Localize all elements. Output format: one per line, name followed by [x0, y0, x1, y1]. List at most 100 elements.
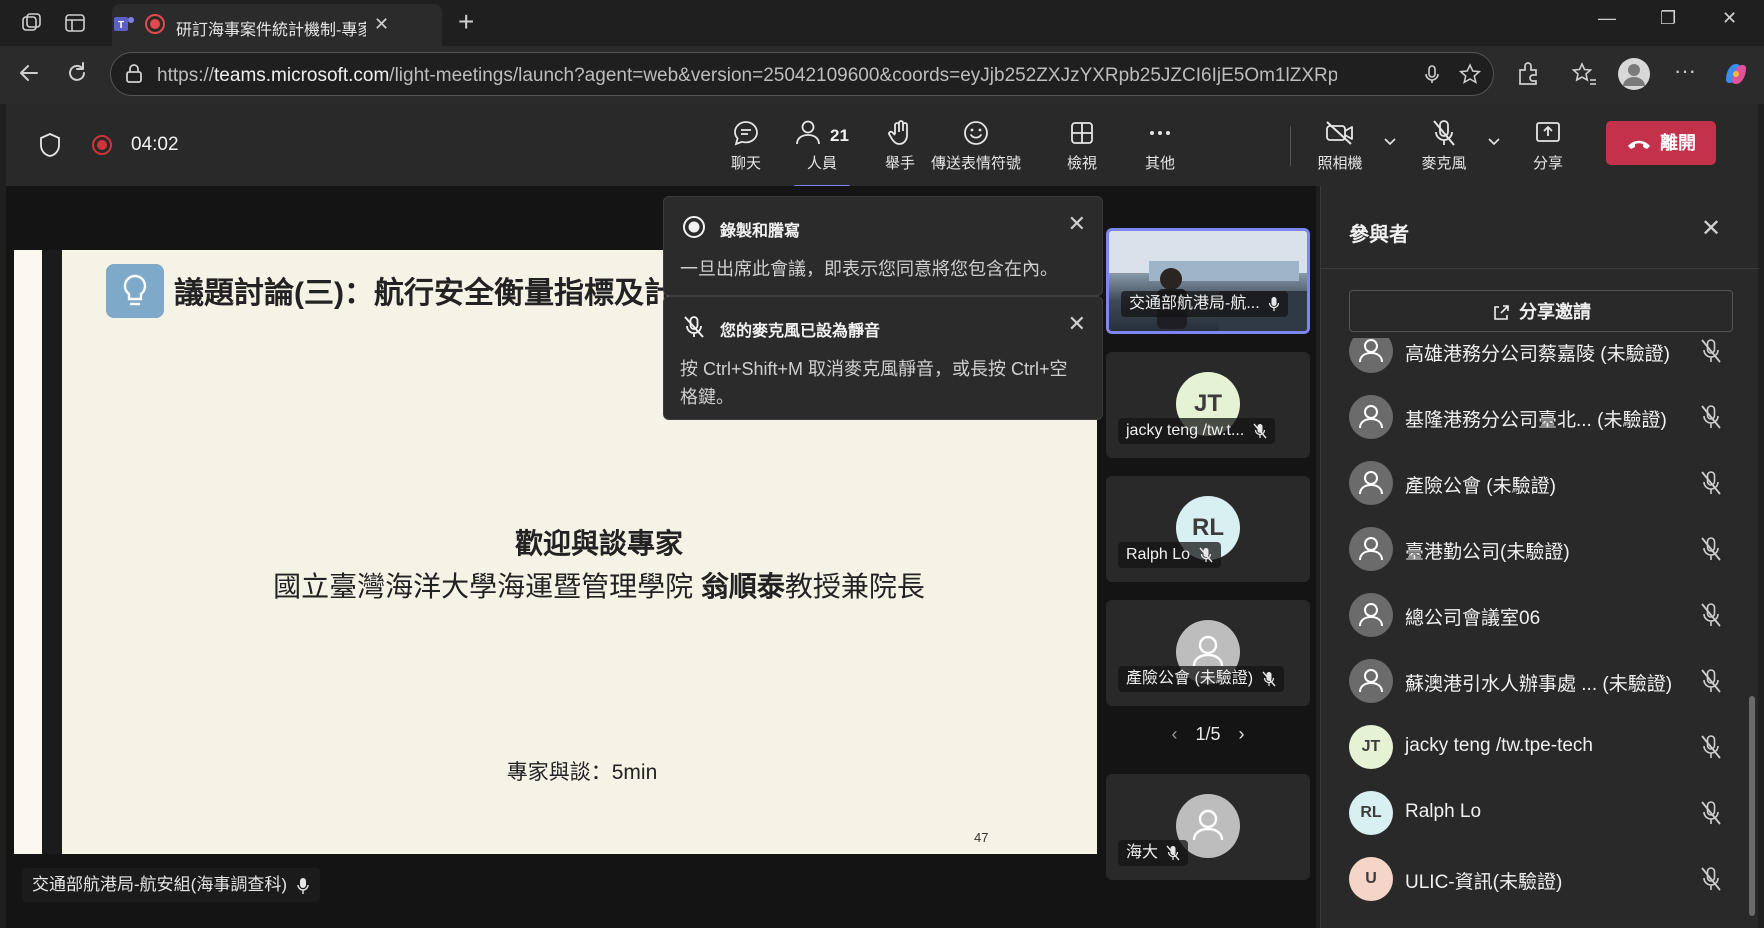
person-icon	[1359, 339, 1383, 363]
chat-label: 聊天	[730, 155, 761, 172]
recording-notice-toast: 錄製和謄寫 ✕ 一旦出席此會議，即表示您同意將您包含在內。	[663, 196, 1103, 296]
tab-actions-icon[interactable]	[62, 10, 88, 36]
copilot-icon[interactable]	[1720, 58, 1752, 90]
mic-label: 麥克風	[1421, 155, 1467, 172]
hang-up-icon	[1628, 141, 1650, 150]
minimize-icon[interactable]: —	[1598, 8, 1616, 29]
mic-icon	[297, 877, 309, 894]
tab-close-icon[interactable]: ✕	[374, 14, 389, 35]
mic-off-icon	[1701, 603, 1721, 627]
participant-name: 總公司會議室06	[1405, 608, 1541, 629]
slide-heading: 歡迎與談專家	[514, 528, 683, 559]
mic-icon	[1268, 296, 1280, 311]
participant-name: jacky teng /tw.tpe-tech	[1405, 735, 1593, 756]
participant-item[interactable]: 總公司會議室06	[1349, 590, 1729, 640]
participant-list-scrollbar[interactable]	[1749, 696, 1755, 916]
chat-icon	[734, 121, 758, 146]
participant-item[interactable]: U ULIC-資訊(未驗證)	[1349, 854, 1729, 904]
meeting-timer: 04:02	[131, 134, 179, 155]
avatar	[1349, 527, 1393, 571]
mic-off-icon	[684, 316, 704, 338]
refresh-icon[interactable]	[64, 60, 90, 86]
lock-icon[interactable]	[123, 63, 145, 85]
url-text: https://teams.microsoft.com/light-meetin…	[157, 65, 1337, 86]
react-button[interactable]: 傳送表情符號	[916, 112, 1036, 180]
video-tile[interactable]: JT jacky teng /tw.t...	[1106, 352, 1310, 458]
mic-off-icon	[1701, 339, 1721, 363]
pager-prev-icon[interactable]: ‹	[1171, 724, 1177, 744]
slide-subtitle: 國立臺灣海洋大學海運暨管理學院 翁順泰教授兼院長	[273, 571, 925, 602]
video-tile[interactable]: 產險公會 (未驗證)	[1106, 600, 1310, 706]
people-label: 人員	[806, 155, 837, 172]
more-button[interactable]: 其他	[1120, 112, 1200, 180]
camera-button[interactable]: 照相機	[1300, 112, 1380, 180]
avatar: U	[1349, 857, 1393, 901]
leave-button[interactable]: 離開	[1606, 121, 1716, 165]
participant-item[interactable]: 基隆港務分公司臺北... (未驗證)	[1349, 392, 1729, 442]
favorites-icon[interactable]	[1570, 60, 1598, 88]
teams-logo-icon: T	[114, 17, 134, 31]
recording-indicator-icon	[145, 14, 165, 34]
participant-item[interactable]: 臺港勤公司(未驗證)	[1349, 524, 1729, 574]
more-icon	[1150, 131, 1170, 135]
person-icon	[1359, 405, 1383, 429]
person-icon	[1359, 537, 1383, 561]
profile-avatar[interactable]	[1618, 58, 1650, 90]
participant-item[interactable]: 高雄港務分公司蔡嘉陵 (未驗證)	[1349, 338, 1729, 376]
recording-indicator	[92, 135, 112, 155]
pager-text: 1/5	[1195, 724, 1221, 744]
participant-name: 蘇澳港引水人辦事處 ... (未驗證)	[1405, 674, 1673, 695]
extensions-icon[interactable]	[1514, 60, 1542, 88]
participants-panel: 參與者 ✕ 分享邀請 高雄港務分公司蔡嘉陵 (未驗證) 基隆港務分公司臺北... …	[1320, 186, 1759, 928]
favorite-star-icon[interactable]	[1459, 63, 1481, 85]
muted-toast-close-icon[interactable]: ✕	[1068, 311, 1086, 337]
mic-options-chevron-icon[interactable]	[1486, 134, 1502, 150]
voice-search-icon[interactable]	[1421, 63, 1443, 85]
share-button[interactable]: 分享	[1508, 112, 1588, 180]
participant-item[interactable]: JT jacky teng /tw.tpe-tech	[1349, 722, 1729, 772]
slide-page-number: 47	[974, 830, 989, 845]
share-invite-button[interactable]: 分享邀請	[1349, 290, 1733, 332]
person-icon	[1359, 471, 1383, 495]
presenter-name-tag: 交通部航港局-航安組(海事調查科)	[22, 868, 320, 902]
workspaces-icon[interactable]	[18, 10, 44, 36]
camera-options-chevron-icon[interactable]	[1382, 134, 1398, 150]
browser-tab-teams[interactable]: T 研訂海事案件統計機制-專家 ✕	[112, 4, 442, 46]
tile-pager: ‹ 1/5 ›	[1106, 724, 1310, 754]
participant-item[interactable]: 產險公會 (未驗證)	[1349, 458, 1729, 508]
svg-text:T: T	[118, 20, 124, 31]
mic-off-icon	[1701, 471, 1721, 495]
back-icon[interactable]	[16, 60, 42, 86]
video-tile[interactable]: 交通部航港局-航...	[1106, 228, 1310, 334]
participant-item[interactable]: 蘇澳港引水人辦事處 ... (未驗證)	[1349, 656, 1729, 706]
camera-label: 照相機	[1317, 155, 1363, 172]
mic-off-icon	[1701, 801, 1721, 825]
shield-icon[interactable]	[38, 132, 62, 158]
restore-icon[interactable]: ❐	[1660, 8, 1676, 29]
share-icon	[1494, 305, 1509, 321]
new-tab-button[interactable]: +	[458, 6, 474, 38]
panel-close-icon[interactable]: ✕	[1701, 214, 1721, 243]
video-tile[interactable]: RL Ralph Lo	[1106, 476, 1310, 582]
slide-lightbulb-badge	[106, 264, 164, 318]
mic-off-icon	[1701, 867, 1721, 891]
avatar	[1349, 338, 1393, 373]
recording-toast-body: 一旦出席此會議，即表示您同意將您包含在內。	[680, 259, 1058, 279]
people-button[interactable]: 21 人員	[782, 112, 862, 188]
address-bar[interactable]: https://teams.microsoft.com/light-meetin…	[110, 52, 1494, 96]
browser-menu-icon[interactable]: ···	[1674, 58, 1696, 84]
video-tile[interactable]: 海大	[1106, 774, 1310, 880]
camera-off-icon	[1326, 121, 1353, 145]
person-icon	[1359, 603, 1383, 627]
close-window-icon[interactable]: ✕	[1722, 8, 1737, 29]
recording-toast-close-icon[interactable]: ✕	[1068, 211, 1086, 237]
raise-hand-icon	[888, 120, 908, 145]
participant-name: 產險公會 (未驗證)	[1405, 476, 1556, 497]
mic-off-icon	[1433, 120, 1455, 146]
mic-button[interactable]: 麥克風	[1404, 112, 1484, 180]
pager-next-icon[interactable]: ›	[1239, 724, 1245, 744]
view-button[interactable]: 檢視	[1042, 112, 1122, 180]
chat-button[interactable]: 聊天	[706, 112, 786, 180]
participant-item[interactable]: RL Ralph Lo	[1349, 788, 1729, 838]
tile-name: 海大	[1118, 840, 1189, 866]
